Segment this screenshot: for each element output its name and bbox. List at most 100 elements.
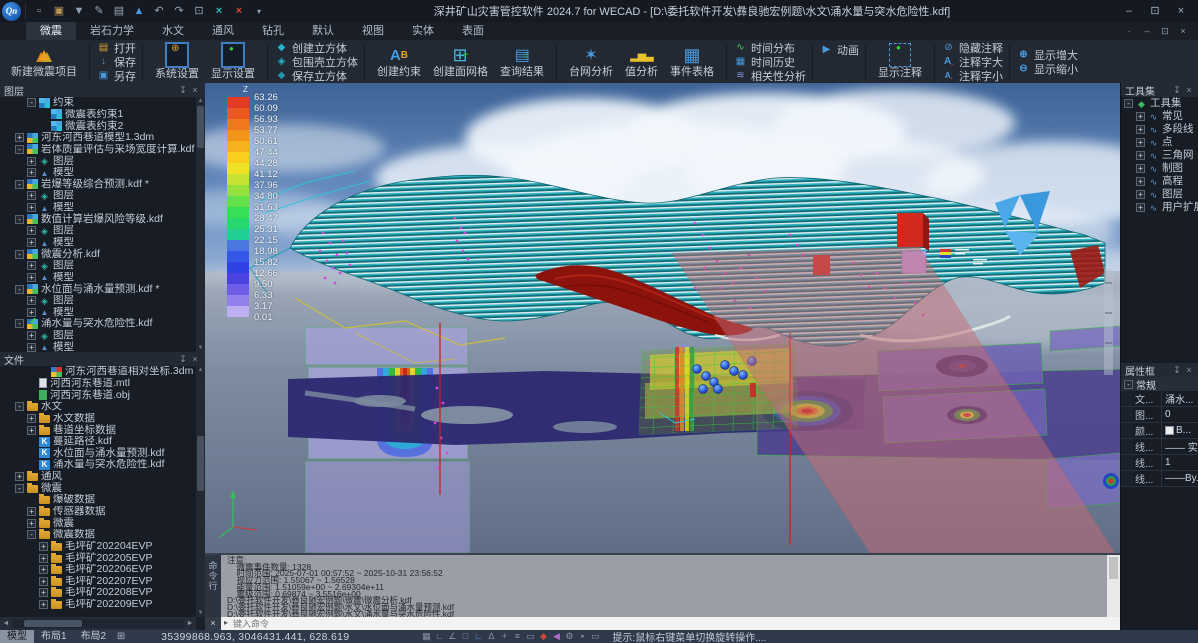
menu-tab-岩石力学[interactable]: 岩石力学	[76, 22, 148, 40]
ribbon-button-相关性分析[interactable]: 相关性分析	[733, 69, 806, 82]
close-icon[interactable]: ×	[189, 354, 201, 364]
object-snap-tracking-icon[interactable]: ∆	[486, 631, 496, 642]
menu-tab-视图[interactable]: 视图	[348, 22, 398, 40]
menu-tab-水文[interactable]: 水文	[148, 22, 198, 40]
menu-tab-实体[interactable]: 实体	[398, 22, 448, 40]
file-tree-item[interactable]: +毛坪矿202209EVP	[0, 599, 196, 611]
snap-icon[interactable]: ∟	[434, 631, 444, 642]
ribbon-button-系统设置[interactable]: 系统设置	[149, 41, 205, 83]
file-tree-item[interactable]: +传感器数据	[0, 506, 196, 518]
file-tree-item[interactable]: 河西河东巷道.obj	[0, 389, 196, 401]
expand-icon[interactable]: +	[39, 542, 48, 551]
toolbox-tree-item[interactable]: +三角网	[1121, 149, 1198, 162]
collapse-icon[interactable]: -	[15, 484, 24, 493]
expand-icon[interactable]: +	[27, 519, 36, 528]
collapse-icon[interactable]: -	[1124, 99, 1133, 108]
osnap-icon[interactable]: ∟	[473, 631, 483, 642]
command-close-button[interactable]: ×	[205, 617, 221, 630]
expand-icon[interactable]: +	[15, 133, 24, 142]
expand-icon[interactable]: +	[27, 168, 36, 177]
ribbon-button-查询结果[interactable]: 查询结果	[494, 41, 550, 83]
layer-tree-item[interactable]: 微震表约束2	[0, 120, 196, 132]
ribbon-button-时间分布[interactable]: 时间分布	[733, 41, 806, 54]
ribbon-button-包围壳立方体[interactable]: 包围壳立方体	[274, 55, 358, 68]
redo-icon[interactable]	[170, 3, 188, 19]
property-row[interactable]: 线...—— 实...	[1121, 439, 1198, 455]
collapse-icon[interactable]: -	[1124, 380, 1133, 389]
console-tab[interactable]: 命令行	[205, 555, 221, 619]
menu-tab-默认[interactable]: 默认	[298, 22, 348, 40]
ribbon-button-新建微震项目[interactable]: 新建微震项目	[5, 41, 83, 83]
expand-icon[interactable]: +	[27, 343, 36, 352]
ribbon-button-时间历史[interactable]: 时间历史	[733, 55, 806, 68]
workspace-gear-icon[interactable]: ⚙	[564, 631, 574, 642]
ribbon-button-值分析[interactable]: 值分析	[619, 41, 664, 83]
ribbon-button-创建约束[interactable]: 创建约束	[371, 41, 427, 83]
pin-icon[interactable]: ↧	[1171, 85, 1183, 96]
transparency-icon[interactable]: ▭	[525, 631, 535, 642]
close-icon[interactable]: ×	[1183, 85, 1195, 95]
ribbon-button-显示增大[interactable]: 显示增大	[1016, 48, 1078, 61]
layout-tab-布局1[interactable]: 布局1	[34, 630, 74, 643]
layer-tree-item[interactable]: +图层	[0, 330, 196, 342]
ribbon-button-显示缩小[interactable]: 显示缩小	[1016, 62, 1078, 75]
file-tree-item[interactable]: +毛坪矿202207EVP	[0, 576, 196, 588]
file-tree-item[interactable]: 爆破数据	[0, 494, 196, 506]
expand-icon[interactable]: +	[1136, 203, 1145, 212]
expand-icon[interactable]: +	[39, 577, 48, 586]
close-doc-icon[interactable]	[230, 3, 248, 19]
property-row[interactable]: 文...涌水...	[1121, 391, 1198, 407]
expand-icon[interactable]: +	[27, 331, 36, 340]
ribbon-button-注释字大[interactable]: 注释字大	[941, 55, 1003, 68]
layer-tree-item[interactable]: +图层	[0, 225, 196, 237]
expand-icon[interactable]: +	[27, 296, 36, 305]
file-tree-item[interactable]: +微震	[0, 517, 196, 529]
expand-icon[interactable]: +	[39, 588, 48, 597]
new-layout-icon[interactable]: ⊞	[113, 631, 129, 642]
new-window-icon[interactable]	[190, 3, 208, 19]
layer-tree-item[interactable]: +模型	[0, 307, 196, 319]
property-row[interactable]: 线...——By...	[1121, 471, 1198, 487]
layer-tree-item[interactable]: +图层	[0, 295, 196, 307]
lineweight-icon[interactable]: ≡	[512, 631, 522, 642]
pin-icon[interactable]: ↧	[1171, 365, 1183, 376]
property-row[interactable]: 图...0	[1121, 407, 1198, 423]
scroll-right-icon[interactable]: ►	[184, 620, 196, 627]
file-tree-item[interactable]: 河西河东巷道.mtl	[0, 378, 196, 390]
expand-icon[interactable]: +	[1136, 164, 1145, 173]
expand-icon[interactable]: +	[27, 191, 36, 200]
collapse-icon[interactable]: -	[15, 145, 24, 154]
properties-group-row[interactable]: - 常规	[1121, 377, 1198, 391]
viewport-3d[interactable]: Z 63.2660.0956.9353.7750.6147.4444.2841.…	[205, 83, 1120, 553]
layer-tree-item[interactable]: -数值计算岩爆风险等级.kdf	[0, 213, 196, 225]
layer-tree-item[interactable]: -微震分析.kdf	[0, 248, 196, 260]
expand-icon[interactable]: +	[1136, 190, 1145, 199]
file-tree-item[interactable]: 蔓延路径.kdf	[0, 436, 196, 448]
clean-screen-icon[interactable]: ▭	[590, 631, 600, 642]
grid-icon[interactable]: ▦	[421, 631, 431, 642]
layer-tree-item[interactable]: +河东河西巷道模型1.3dm	[0, 132, 196, 144]
expand-icon[interactable]: +	[1136, 151, 1145, 160]
save-file-icon[interactable]	[70, 3, 88, 19]
file-tree-item[interactable]: +通风	[0, 471, 196, 483]
toolbox-tree-item[interactable]: +多段线	[1121, 123, 1198, 136]
toolbox-tree-item[interactable]: +高程	[1121, 175, 1198, 188]
file-tree-item[interactable]: 水位面与涌水量预测.kdf	[0, 447, 196, 459]
collapse-icon[interactable]: -	[15, 180, 24, 189]
expand-icon[interactable]: +	[27, 414, 36, 423]
expand-icon[interactable]: +	[15, 472, 24, 481]
close-view-icon[interactable]	[210, 3, 228, 19]
expand-icon[interactable]: +	[39, 600, 48, 609]
print-icon[interactable]	[110, 3, 128, 19]
ribbon-button-隐藏注释[interactable]: 隐藏注释	[941, 41, 1003, 54]
layer-tree-item[interactable]: +模型	[0, 237, 196, 249]
layer-tree-item[interactable]: +模型	[0, 167, 196, 179]
close-icon[interactable]: ×	[1183, 365, 1195, 375]
expand-icon[interactable]: +	[27, 226, 36, 235]
layers-scrollbar[interactable]: ▲ ▼	[196, 97, 205, 352]
ribbon-button-保存立方体[interactable]: 保存立方体	[274, 69, 358, 82]
ribbon-button-创建立方体[interactable]: 创建立方体	[274, 41, 358, 54]
menu-tab-通风[interactable]: 通风	[198, 22, 248, 40]
layout-tab-模型[interactable]: 模型	[0, 630, 34, 643]
qat-menu-icon[interactable]	[250, 3, 268, 19]
